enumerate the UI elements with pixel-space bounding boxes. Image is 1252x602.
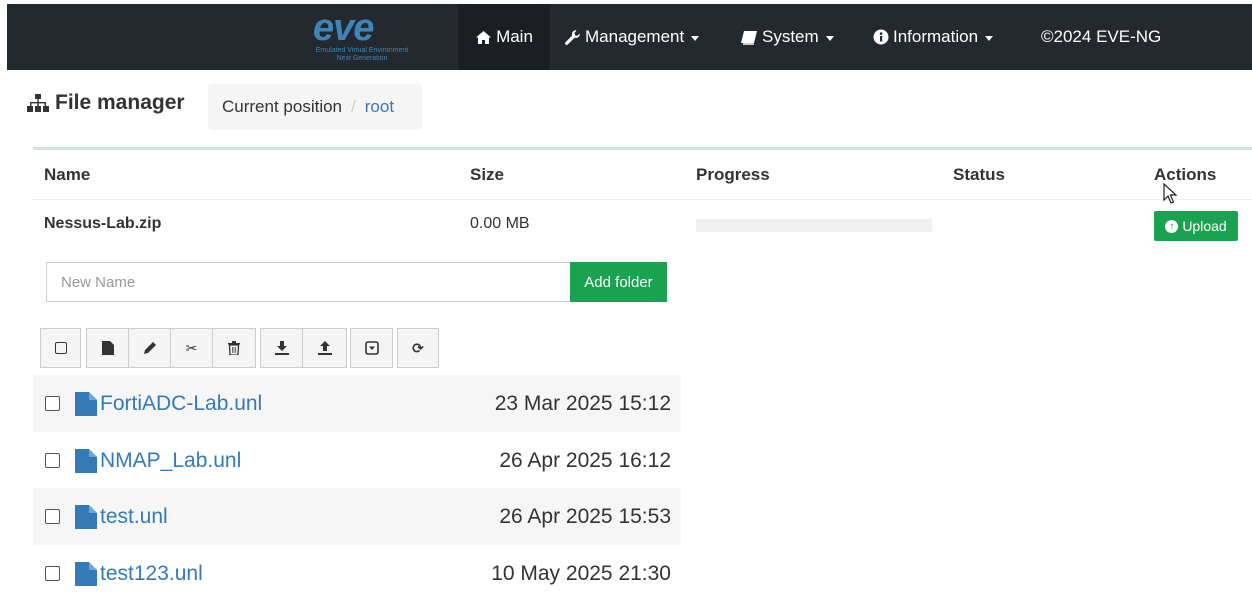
new-file-button[interactable] xyxy=(86,328,129,368)
open-button[interactable] xyxy=(350,328,393,368)
upload-button-label: Upload xyxy=(1182,218,1227,234)
download-button[interactable] xyxy=(260,328,303,368)
cut-button[interactable]: ✂ xyxy=(170,328,213,368)
new-name-input[interactable] xyxy=(46,262,571,302)
nav-information[interactable]: Information xyxy=(873,4,994,70)
file-checkbox[interactable] xyxy=(45,566,60,581)
refresh-icon: ⟳ xyxy=(412,339,424,356)
breadcrumb-separator: / xyxy=(351,97,356,116)
upload-file-size: 0.00 MB xyxy=(470,215,530,232)
copyright-label: ©2024 EVE-NG xyxy=(1041,27,1162,46)
page-title-text: File manager xyxy=(55,91,185,114)
eve-logo[interactable]: eve Emulated Virtual Environment Next Ge… xyxy=(297,7,427,65)
chevron-down-icon xyxy=(985,35,994,41)
top-navbar: eve Emulated Virtual Environment Next Ge… xyxy=(7,4,1252,70)
file-name-link[interactable]: NMAP_Lab.unl xyxy=(100,449,241,473)
file-date: 23 Mar 2025 15:12 xyxy=(494,391,671,415)
refresh-button[interactable]: ⟳ xyxy=(397,328,439,368)
file-date: 10 May 2025 21:30 xyxy=(491,561,671,585)
breadcrumb: Current position / root xyxy=(208,84,422,130)
nav-management-label: Management xyxy=(585,27,685,46)
book-icon xyxy=(741,30,757,45)
nav-management[interactable]: Management xyxy=(564,4,700,70)
file-date: 26 Apr 2025 16:12 xyxy=(499,448,671,472)
file-name-link[interactable]: test.unl xyxy=(100,505,168,529)
mouse-cursor-icon xyxy=(1163,183,1178,204)
file-icon xyxy=(101,341,114,355)
info-icon xyxy=(873,29,889,45)
nav-main-label: Main xyxy=(496,27,533,46)
file-checkbox[interactable] xyxy=(45,509,60,524)
select-all-button[interactable] xyxy=(40,328,81,368)
column-header-size: Size xyxy=(470,165,505,184)
pencil-icon xyxy=(143,342,156,354)
download-icon xyxy=(274,341,289,355)
logo-word: eve xyxy=(313,7,374,49)
nav-information-label: Information xyxy=(893,27,979,46)
file-icon xyxy=(75,391,97,416)
logo-tagline: Emulated Virtual Environment Next Genera… xyxy=(315,47,409,62)
file-icon xyxy=(75,561,97,586)
file-date: 26 Apr 2025 15:53 xyxy=(499,504,671,528)
file-checkbox[interactable] xyxy=(45,396,60,411)
delete-button[interactable] xyxy=(212,328,256,368)
file-row[interactable]: test123.unl 10 May 2025 21:30 xyxy=(33,545,681,602)
nav-main[interactable]: Main xyxy=(458,4,550,70)
column-header-name: Name xyxy=(44,165,91,184)
upload-icon xyxy=(317,341,332,355)
file-icon xyxy=(75,504,97,529)
upload-file-button[interactable] xyxy=(302,328,347,368)
file-checkbox[interactable] xyxy=(45,453,60,468)
checkbox-icon xyxy=(54,342,67,354)
file-name-link[interactable]: test123.unl xyxy=(100,562,203,586)
caret-square-down-icon xyxy=(364,341,379,355)
chevron-down-icon xyxy=(691,35,700,41)
nav-system-label: System xyxy=(762,27,819,46)
arrow-up-circle-icon: ↑ xyxy=(1165,219,1179,233)
file-icon xyxy=(75,448,97,473)
add-folder-button[interactable]: Add folder xyxy=(570,262,667,302)
trash-icon xyxy=(228,341,240,355)
rename-button[interactable] xyxy=(128,328,171,368)
column-header-status: Status xyxy=(953,165,1005,184)
upload-file-name: Nessus-Lab.zip xyxy=(44,215,162,232)
file-row[interactable]: NMAP_Lab.unl 26 Apr 2025 16:12 xyxy=(33,432,681,489)
chevron-down-icon xyxy=(825,35,834,41)
nav-system[interactable]: System xyxy=(740,4,834,70)
upload-progress-bar xyxy=(696,219,932,232)
upload-button[interactable]: ↑ Upload xyxy=(1154,211,1238,241)
column-header-progress: Progress xyxy=(696,165,770,184)
nav-copyright[interactable]: ©2024 EVE-NG xyxy=(1041,4,1161,70)
file-name-link[interactable]: FortiADC-Lab.unl xyxy=(100,392,262,416)
table-divider xyxy=(33,199,1252,200)
scissors-icon: ✂ xyxy=(185,339,198,356)
file-row[interactable]: FortiADC-Lab.unl 23 Mar 2025 15:12 xyxy=(33,375,681,432)
breadcrumb-current[interactable]: root xyxy=(365,97,394,117)
file-row[interactable]: test.unl 26 Apr 2025 15:53 xyxy=(33,488,681,545)
wrench-icon xyxy=(565,29,580,45)
breadcrumb-label: Current position xyxy=(222,97,343,116)
sitemap-icon xyxy=(27,93,49,112)
home-icon xyxy=(476,30,492,44)
upload-table: Name Size Progress Status Actions Nessus… xyxy=(33,147,1252,247)
column-header-actions: Actions xyxy=(1154,165,1217,184)
page-title: File manager xyxy=(27,91,185,115)
